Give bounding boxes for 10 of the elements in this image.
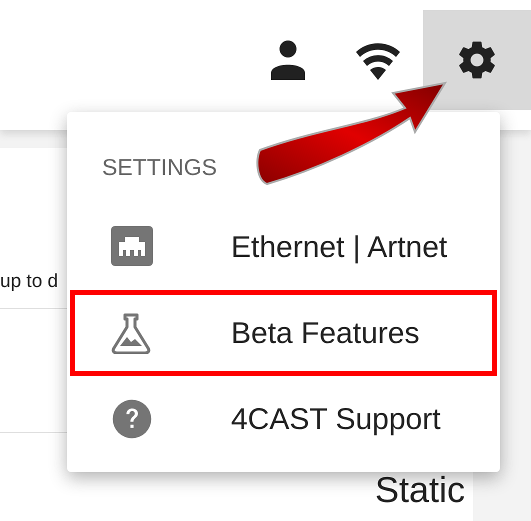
help-icon: [111, 398, 153, 440]
settings-button[interactable]: [423, 10, 531, 110]
person-icon: [271, 40, 305, 80]
menu-item[interactable]: Beta Features: [70, 290, 497, 376]
description-text: up to d: [0, 271, 58, 292]
value-text: Static: [374, 468, 465, 512]
wifi-icon: [355, 40, 401, 80]
flask-icon: [111, 312, 151, 354]
network-port-icon: [111, 226, 153, 268]
menu-heading: SETTINGS: [102, 154, 218, 180]
